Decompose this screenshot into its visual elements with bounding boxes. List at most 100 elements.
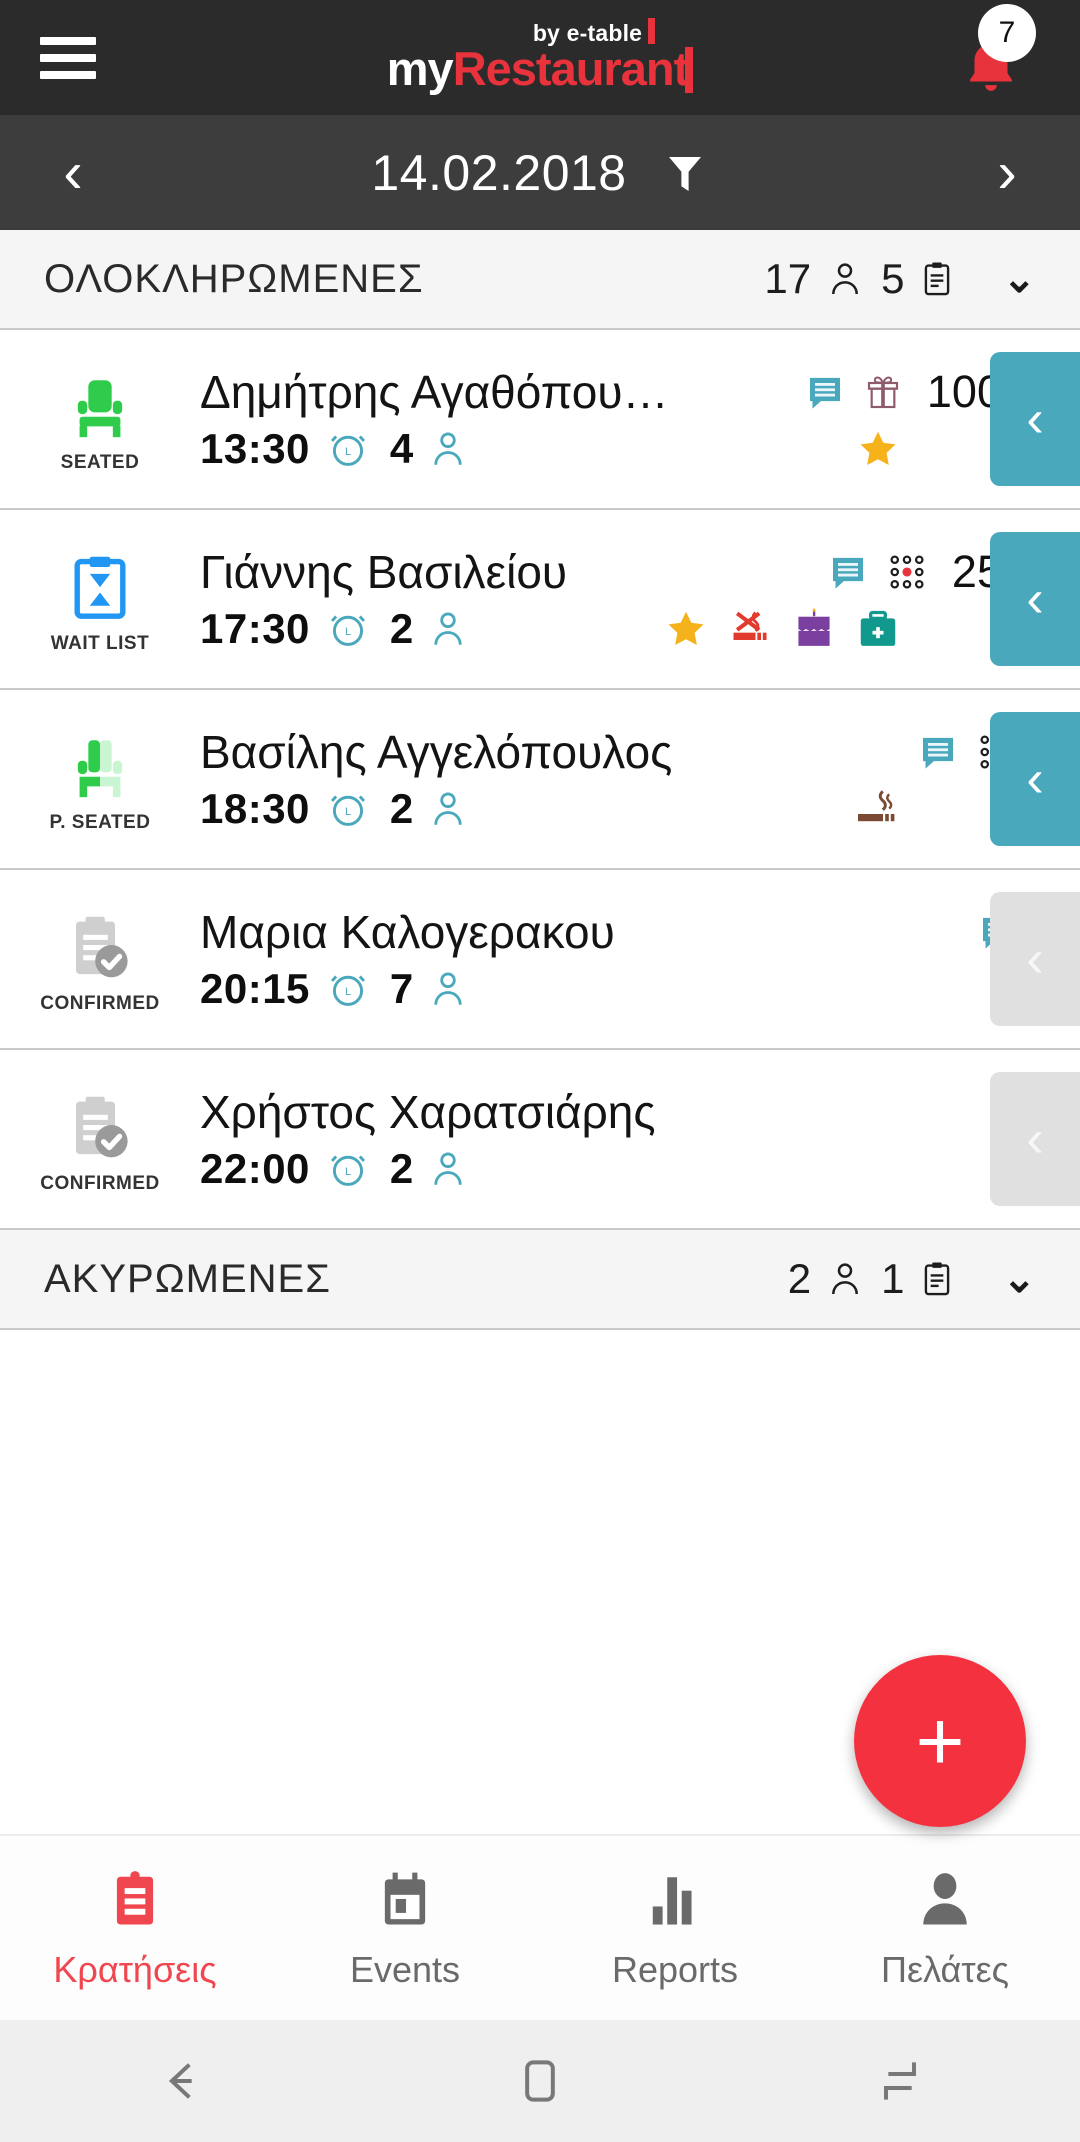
row-swipe-action-button[interactable]: ‹	[990, 352, 1080, 486]
reservation-info: Γιάννης Βασιλείου 17:30 L 2	[200, 545, 1080, 653]
svg-text:L: L	[345, 1166, 351, 1178]
customer-name: Βασίλης Αγγελόπουλος	[200, 726, 673, 778]
customer-name: Χρήστος Χαρατσιάρης	[200, 1086, 656, 1138]
clipboard-check-icon	[76, 916, 128, 978]
row-swipe-action-button[interactable]: ‹	[990, 532, 1080, 666]
previous-day-button[interactable]: ‹	[8, 115, 138, 230]
reservation-name-row: Γιάννης Βασιλείου	[200, 545, 1060, 599]
gift-icon[interactable]	[863, 371, 903, 413]
booking-count-stat: 5	[881, 255, 956, 303]
nav-label: Κρατήσεις	[53, 1949, 217, 1990]
section-title: ΟΛΟΚΛΗΡΩΜΕΝΕΣ	[44, 256, 424, 301]
plus-icon: +	[915, 1693, 965, 1788]
person-icon	[832, 263, 859, 295]
reservation-info: Βασίλης Αγγελόπουλος 18:30 L 2	[200, 725, 1080, 833]
nav-item-events[interactable]: Events	[270, 1865, 540, 1991]
funnel-filter-icon[interactable]	[661, 146, 709, 200]
next-day-button[interactable]: ›	[942, 115, 1072, 230]
section-collapse-chevron-down-icon[interactable]: ⌄	[1002, 1256, 1036, 1302]
table-row[interactable]: CONFIRMED Μαρια Καλογερακου 20:15 L 7 ‹	[0, 870, 1080, 1050]
brand-tagline-accent	[648, 17, 656, 44]
comment-icon[interactable]	[828, 552, 868, 592]
brand-accent-bar	[685, 46, 694, 93]
brand-name: myRestaurant	[386, 41, 694, 96]
reservation-time: 20:15	[200, 965, 310, 1012]
briefcase-icon	[860, 610, 896, 646]
app-logo: by e-table myRestaurant	[0, 0, 1080, 115]
alarm-clock-icon: L	[330, 975, 365, 1006]
status-label: CONFIRMED	[40, 1173, 160, 1194]
customer-name: Δημήτρης Αγαθόπου…	[200, 366, 669, 418]
section-header-completed[interactable]: ΟΛΟΚΛΗΡΩΜΕΝΕΣ 17 5 ⌄	[0, 230, 1080, 330]
reservation-time: 17:30	[200, 605, 310, 652]
nav-item-reservations[interactable]: Κρατήσεις	[0, 1865, 270, 1991]
android-home-button[interactable]	[360, 2053, 720, 2109]
person-icon	[434, 432, 462, 465]
person-customers-icon	[923, 1873, 967, 1925]
reservation-name-row: Μαρια Καλογερακου	[200, 905, 1060, 959]
hamburger-menu-icon[interactable]	[40, 36, 96, 79]
comment-icon[interactable]	[805, 372, 845, 412]
clipboard-reservations-icon	[116, 1871, 154, 1925]
section-header-cancelled[interactable]: ΑΚΥΡΩΜΕΝΕΣ 2 1 ⌄	[0, 1230, 1080, 1330]
comment-icon[interactable]	[918, 732, 958, 772]
android-back-icon	[168, 2063, 192, 2099]
section-stats: 17 5 ⌄	[764, 255, 1036, 303]
person-icon	[434, 1152, 462, 1185]
person-icon	[434, 972, 462, 1005]
nav-item-reports[interactable]: Reports	[540, 1865, 810, 1991]
brand-tagline: by e-table	[533, 17, 656, 47]
notifications-button[interactable]: 7	[952, 3, 1036, 98]
add-reservation-fab[interactable]: +	[854, 1655, 1026, 1827]
table-map-icon[interactable]	[886, 551, 928, 593]
brand-name-my: my	[386, 41, 454, 95]
smoking-icon	[858, 790, 895, 822]
section-stats: 2 1 ⌄	[788, 1255, 1036, 1303]
chevron-left-icon: ‹	[1026, 930, 1044, 988]
row-swipe-action-button[interactable]: ‹	[990, 712, 1080, 846]
reservation-name-row: Δημήτρης Αγαθόπου… 100%	[200, 365, 1060, 419]
alarm-clock-icon: L	[330, 435, 365, 466]
android-home-icon	[525, 2060, 555, 2102]
table-row[interactable]: CONFIRMED Χρήστος Χαρατσιάρης 22:00 L 2	[0, 1050, 1080, 1230]
person-icon	[434, 612, 462, 645]
hamburger-line	[40, 36, 96, 45]
person-icon	[434, 792, 462, 825]
alarm-clock-icon: L	[330, 1155, 365, 1186]
reservation-time-row: 13:30 L 4	[200, 425, 1060, 473]
chair-partial-seated-icon	[77, 740, 123, 798]
reservation-status: CONFIRMED	[0, 1083, 200, 1195]
android-back-button[interactable]	[0, 2053, 360, 2109]
table-row[interactable]: SEATED Δημήτρης Αγαθόπου… 100% 13:30 L 4…	[0, 330, 1080, 510]
table-row[interactable]: P. SEATED Βασίλης Αγγελόπουλος 18:30 L 2…	[0, 690, 1080, 870]
guest-count-stat: 2	[788, 1255, 865, 1303]
bar-chart-reports-icon	[652, 1877, 692, 1925]
hamburger-line	[40, 53, 96, 62]
nav-label: Reports	[611, 1949, 739, 1990]
person-icon	[832, 1263, 859, 1295]
section-collapse-chevron-down-icon[interactable]: ⌄	[1002, 256, 1036, 302]
booking-count-stat: 1	[881, 1255, 956, 1303]
reservation-time: 18:30	[200, 785, 310, 832]
android-recents-icon	[884, 2062, 916, 2100]
section-title: ΑΚΥΡΩΜΕΝΕΣ	[44, 1256, 331, 1301]
star-icon	[668, 611, 704, 645]
nav-item-customers[interactable]: Πελάτες	[810, 1865, 1080, 1991]
reservation-status: P. SEATED	[0, 724, 200, 834]
row-swipe-action-button[interactable]: ‹	[990, 1072, 1080, 1206]
reservation-info: Μαρια Καλογερακου 20:15 L 7	[200, 905, 1080, 1013]
party-size: 7	[389, 965, 414, 1012]
clipboard-hourglass-icon	[74, 556, 126, 619]
birthday-cake-icon	[798, 608, 830, 646]
row-swipe-action-button[interactable]: ‹	[990, 892, 1080, 1026]
reservation-info: Δημήτρης Αγαθόπου… 100% 13:30 L 4	[200, 365, 1080, 473]
current-date-label[interactable]: 14.02.2018	[371, 144, 626, 202]
reservation-status: SEATED	[0, 364, 200, 474]
app-bar: by e-table myRestaurant 7	[0, 0, 1080, 115]
android-recents-button[interactable]	[720, 2053, 1080, 2109]
svg-text:L: L	[345, 446, 351, 458]
calendar-events-icon	[384, 1872, 426, 1925]
table-row[interactable]: WAIT LIST Γιάννης Βασιλείου 17:30 L 2 ‹	[0, 510, 1080, 690]
alarm-clock-icon: L	[330, 795, 365, 826]
clipboard-check-icon	[76, 1096, 128, 1158]
